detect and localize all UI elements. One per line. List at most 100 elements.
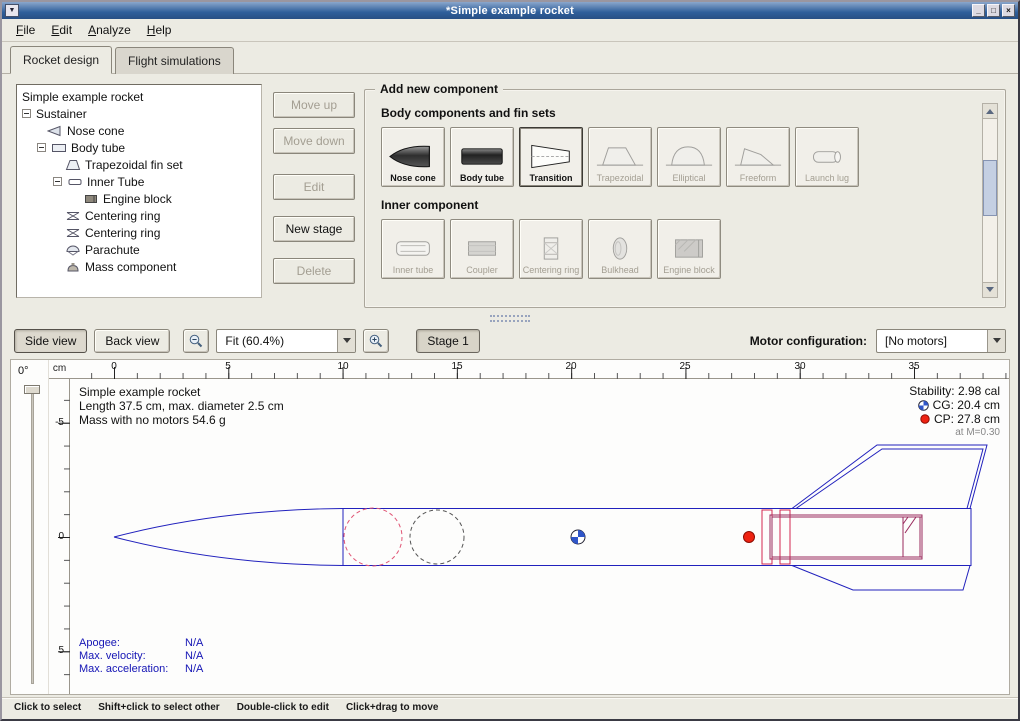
rocket-view-panel: 0° cm 0 5 10 bbox=[10, 359, 1010, 695]
add-nose-cone-button[interactable]: Nose cone bbox=[381, 127, 445, 187]
minimize-button[interactable]: _ bbox=[972, 4, 985, 17]
cp-value: CP: 27.8 cm bbox=[934, 412, 1000, 426]
tree-item-rocket[interactable]: Simple example rocket bbox=[17, 88, 261, 105]
rocket-canvas[interactable]: Simple example rocket Length 37.5 cm, ma… bbox=[70, 379, 1009, 694]
menu-file[interactable]: File bbox=[8, 20, 43, 40]
component-button-label: Coupler bbox=[466, 265, 498, 275]
ruler-tick-label: 10 bbox=[333, 361, 353, 372]
add-elliptical-fin-button[interactable]: Elliptical bbox=[657, 127, 721, 187]
edit-button[interactable]: Edit bbox=[273, 174, 355, 200]
body-tube-icon bbox=[456, 142, 508, 171]
tree-item-label: Mass component bbox=[85, 260, 176, 274]
add-coupler-button[interactable]: Coupler bbox=[450, 219, 514, 279]
window-title: *Simple example rocket bbox=[2, 5, 1018, 17]
add-engine-block-button[interactable]: Engine block bbox=[657, 219, 721, 279]
scrollbar-thumb[interactable] bbox=[983, 160, 997, 216]
move-up-button[interactable]: Move up bbox=[273, 92, 355, 118]
delete-button[interactable]: Delete bbox=[273, 258, 355, 284]
rotation-slider-track[interactable] bbox=[31, 388, 34, 684]
hint-click-drag: Click+drag to move bbox=[346, 702, 439, 713]
stage-1-toggle[interactable]: Stage 1 bbox=[416, 329, 479, 353]
tree-item-body-tube[interactable]: Body tube bbox=[17, 139, 261, 156]
zoom-out-button[interactable] bbox=[183, 329, 209, 353]
motor-configuration-select[interactable]: [No motors] bbox=[876, 329, 1006, 353]
tab-rocket-design[interactable]: Rocket design bbox=[10, 46, 112, 74]
nose-cone-icon bbox=[47, 125, 63, 137]
collapse-toggle-icon[interactable] bbox=[22, 109, 31, 118]
tree-item-centering-ring-1[interactable]: Centering ring bbox=[17, 207, 261, 224]
menu-analyze[interactable]: Analyze bbox=[80, 20, 139, 40]
hint-double-click: Double-click to edit bbox=[237, 702, 329, 713]
add-trapezoidal-fin-button[interactable]: Trapezoidal bbox=[588, 127, 652, 187]
ruler-tick-label: 0 bbox=[48, 531, 64, 542]
chevron-down-icon bbox=[343, 338, 351, 347]
component-button-label: Freeform bbox=[740, 173, 777, 183]
back-view-button[interactable]: Back view bbox=[94, 329, 170, 353]
flight-data-label: Apogee: bbox=[79, 637, 185, 650]
arrow-down-icon bbox=[986, 287, 994, 296]
tree-item-label: Simple example rocket bbox=[22, 90, 143, 104]
tree-item-label: Sustainer bbox=[36, 107, 87, 121]
status-bar: Click to select Shift+click to select ot… bbox=[2, 697, 1018, 717]
add-centering-ring-button[interactable]: Centering ring bbox=[519, 219, 583, 279]
scroll-down-button[interactable] bbox=[983, 282, 997, 297]
tab-flight-simulations[interactable]: Flight simulations bbox=[115, 47, 234, 74]
maximize-button[interactable]: □ bbox=[987, 4, 1000, 17]
ruler-tick-label: 0 bbox=[104, 361, 124, 372]
component-button-label: Nose cone bbox=[390, 173, 436, 183]
hint-click-select: Click to select bbox=[14, 702, 81, 713]
tree-item-mass-component[interactable]: Mass component bbox=[17, 258, 261, 275]
side-view-button[interactable]: Side view bbox=[14, 329, 87, 353]
tree-item-inner-tube[interactable]: Inner Tube bbox=[17, 173, 261, 190]
add-inner-tube-button[interactable]: Inner tube bbox=[381, 219, 445, 279]
panel-splitter[interactable] bbox=[2, 312, 1018, 324]
collapse-toggle-icon[interactable] bbox=[37, 143, 46, 152]
tree-item-label: Nose cone bbox=[67, 124, 124, 138]
menu-help[interactable]: Help bbox=[139, 20, 180, 40]
tree-item-trapezoidal-fin-set[interactable]: Trapezoidal fin set bbox=[17, 156, 261, 173]
stability-info: Stability: 2.98 cal CG: 20.4 cm CP: 27.8… bbox=[909, 384, 1000, 440]
launch-lug-icon bbox=[801, 142, 853, 171]
tree-item-centering-ring-2[interactable]: Centering ring bbox=[17, 224, 261, 241]
scroll-up-button[interactable] bbox=[983, 104, 997, 119]
tree-item-parachute[interactable]: Parachute bbox=[17, 241, 261, 258]
trapezoidal-fin-icon bbox=[594, 142, 646, 171]
splitter-grip-icon bbox=[490, 315, 530, 322]
move-down-button[interactable]: Move down bbox=[273, 128, 355, 154]
tree-item-label: Inner Tube bbox=[87, 175, 144, 189]
zoom-in-button[interactable] bbox=[363, 329, 389, 353]
zoom-select[interactable]: Fit (60.4%) bbox=[216, 329, 356, 353]
mach-condition: at M=0.30 bbox=[909, 426, 1000, 440]
add-bulkhead-button[interactable]: Bulkhead bbox=[588, 219, 652, 279]
component-button-label: Engine block bbox=[663, 265, 715, 275]
flight-data-value: N/A bbox=[185, 637, 203, 650]
zoom-out-icon bbox=[188, 333, 204, 349]
add-freeform-fin-button[interactable]: Freeform bbox=[726, 127, 790, 187]
collapse-toggle-icon[interactable] bbox=[53, 177, 62, 186]
tree-item-sustainer[interactable]: Sustainer bbox=[17, 105, 261, 122]
new-stage-button[interactable]: New stage bbox=[273, 216, 355, 242]
horizontal-ruler: 0 5 10 15 20 25 30 35 bbox=[70, 360, 1009, 378]
transition-icon bbox=[525, 142, 577, 171]
menu-edit[interactable]: Edit bbox=[43, 20, 80, 40]
flight-data-value: N/A bbox=[185, 663, 203, 676]
cp-legend-icon bbox=[920, 414, 930, 424]
window-menu-icon[interactable]: ▼ bbox=[5, 4, 19, 17]
main-tabbar: Rocket design Flight simulations bbox=[2, 42, 1018, 74]
ruler-ticks bbox=[70, 360, 1009, 379]
add-transition-button[interactable]: Transition bbox=[519, 127, 583, 187]
close-button[interactable]: × bbox=[1002, 4, 1015, 17]
tree-item-engine-block[interactable]: Engine block bbox=[17, 190, 261, 207]
add-launch-lug-button[interactable]: Launch lug bbox=[795, 127, 859, 187]
vertical-ruler: -5 0 5 bbox=[49, 379, 70, 694]
flight-data-label: Max. velocity: bbox=[79, 650, 185, 663]
tree-item-nose-cone[interactable]: Nose cone bbox=[17, 122, 261, 139]
elliptical-fin-icon bbox=[663, 142, 715, 171]
design-panel: Simple example rocket Sustainer Nose con… bbox=[2, 74, 1018, 312]
add-body-tube-button[interactable]: Body tube bbox=[450, 127, 514, 187]
ruler-tick-label: 5 bbox=[218, 361, 238, 372]
rotation-slider-thumb[interactable] bbox=[24, 385, 40, 394]
palette-scrollbar[interactable] bbox=[982, 103, 998, 298]
menu-help-rest: elp bbox=[155, 23, 171, 37]
zoom-in-icon bbox=[368, 333, 384, 349]
